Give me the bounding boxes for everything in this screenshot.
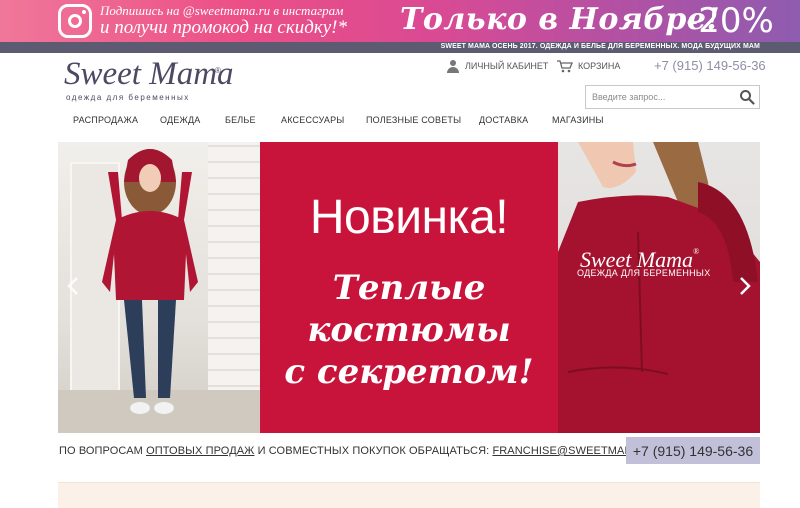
nav-item-sale[interactable]: РАСПРОДАЖА [73,115,138,125]
promo-discount: -20% [686,1,774,41]
seo-subbar-text: SWEET MAMA ОСЕНЬ 2017. ОДЕЖДА И БЕЛЬЕ ДЛ… [440,43,760,50]
phone-box[interactable]: +7 (915) 149-56-36 [626,437,760,464]
search-box[interactable] [585,85,760,109]
header-phone[interactable]: +7 (915) 149-56-36 [654,58,766,73]
wholesale-link[interactable]: ОПТОВЫХ ПРОДАЖ [146,445,254,457]
phone-box-number: +7 (915) 149-56-36 [632,443,754,459]
instagram-icon[interactable] [58,4,92,38]
promo-code-text: и получи промокод на скидку!* [100,17,347,38]
nav-item-delivery[interactable]: ДОСТАВКА [479,115,528,125]
hero-title: Новинка! [309,191,509,244]
search-input[interactable] [586,86,736,108]
logo-tagline: одежда для беременных [66,93,190,102]
nav-item-clothing[interactable]: ОДЕЖДА [160,115,201,125]
slider-prev-arrow-icon[interactable] [66,276,80,296]
nav-item-lingerie[interactable]: БЕЛЬЕ [225,115,256,125]
seo-subbar: SWEET MAMA ОСЕНЬ 2017. ОДЕЖДА И БЕЛЬЕ ДЛ… [0,42,800,53]
nav-item-accessories[interactable]: АКСЕССУАРЫ [281,115,344,125]
slider-next-arrow-icon[interactable] [738,276,752,296]
search-icon[interactable] [739,89,755,105]
cart-link[interactable]: КОРЗИНА [557,59,620,73]
cart-icon [557,59,573,72]
hero-photo-left [58,142,260,433]
hero-line-2: костюмы [307,310,511,350]
logo-registered-mark: ® [215,66,221,75]
wholesale-prefix: ПО ВОПРОСАМ [59,445,147,457]
hero-text-panel: Новинка! Теплые костюмы с секретом! [260,142,558,433]
hero-line-3: с секретом! [284,352,534,392]
nav-item-tips[interactable]: ПОЛЕЗНЫЕ СОВЕТЫ [366,115,461,125]
nav-item-stores[interactable]: МАГАЗИНЫ [552,115,604,125]
account-link[interactable]: ЛИЧНЫЙ КАБИНЕТ [447,59,548,73]
hero-brand-reg: ® [693,247,700,256]
cart-label: КОРЗИНА [578,61,621,71]
hero-photo-right [558,142,760,433]
wholesale-info: ПО ВОПРОСАМ ОПТОВЫХ ПРОДАЖ И СОВМЕСТНЫХ … [59,445,660,457]
hero-slider[interactable]: Новинка! Теплые костюмы с секретом! [58,142,760,433]
main-nav: РАСПРОДАЖА ОДЕЖДА БЕЛЬЕ АКСЕССУАРЫ ПОЛЕЗ… [0,113,800,129]
hero-brand-tagline: ОДЕЖДА ДЛЯ БЕРЕМЕННЫХ [577,268,711,278]
hero-line-1: Теплые [332,268,486,308]
content-section-top [58,482,760,508]
promo-headline: Только в Ноябре! [400,2,721,37]
site-logo[interactable]: Sweet Mama [64,56,234,92]
promo-banner[interactable]: Подпишись на @sweetmama.ru в инстаграм и… [0,0,800,42]
wholesale-middle: И СОВМЕСТНЫХ ПОКУПОК ОБРАЩАТЬСЯ: [254,445,493,457]
account-label: ЛИЧНЫЙ КАБИНЕТ [465,61,549,71]
user-icon [447,59,459,73]
